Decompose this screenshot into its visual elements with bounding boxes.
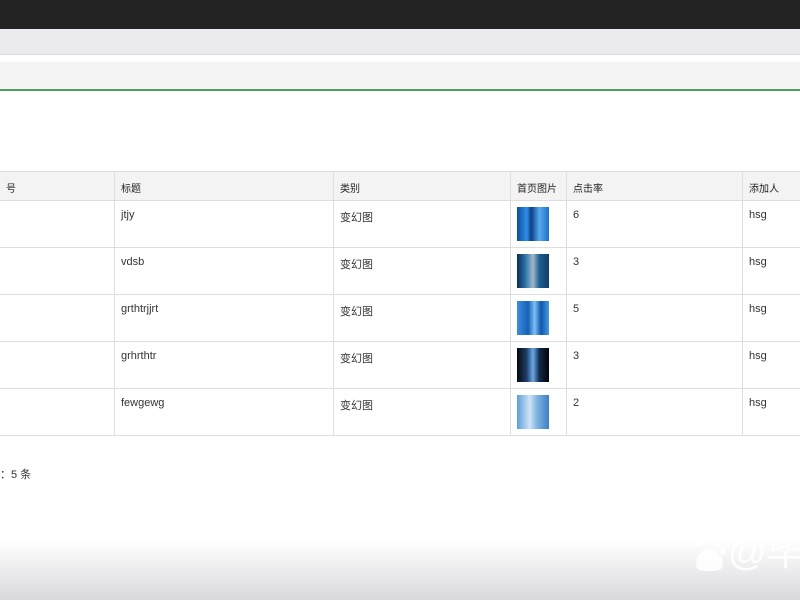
table-row[interactable]: fewgewg 变幻图 2 hsg — [0, 389, 800, 436]
table-row[interactable]: jtjy 变幻图 6 hsg — [0, 201, 800, 248]
clicks-cell: 3 — [566, 342, 742, 388]
clicks-cell: 5 — [566, 295, 742, 341]
added-by-cell: hsg — [742, 295, 800, 341]
table-row[interactable]: grthtrjjrt 变幻图 5 hsg — [0, 295, 800, 342]
header-cell-title[interactable]: 标题 — [114, 172, 333, 200]
title-cell[interactable]: grthtrjjrt — [114, 295, 333, 341]
paw-logo-icon — [696, 534, 726, 571]
id-cell — [0, 342, 114, 388]
thumbnail-image[interactable] — [517, 348, 549, 382]
title-cell[interactable]: fewgewg — [114, 389, 333, 435]
thumbnail-image[interactable] — [517, 207, 549, 241]
header-cell-id[interactable]: 号 — [0, 172, 114, 200]
added-by-cell: hsg — [742, 201, 800, 247]
category-cell: 变幻图 — [333, 389, 510, 435]
id-cell — [0, 389, 114, 435]
search-bar-strip[interactable] — [0, 62, 800, 89]
table-row[interactable]: grhrthtr 变幻图 3 hsg — [0, 342, 800, 389]
added-by-cell: hsg — [742, 248, 800, 294]
thumbnail-image[interactable] — [517, 395, 549, 429]
header-divider — [0, 89, 800, 91]
image-cell — [510, 342, 566, 388]
clicks-cell: 3 — [566, 248, 742, 294]
toolbar-strip — [0, 29, 800, 55]
image-cell — [510, 201, 566, 247]
id-cell — [0, 201, 114, 247]
watermark-text: @毕 — [728, 532, 800, 574]
header-cell-added-by[interactable]: 添加人 — [742, 172, 800, 200]
id-cell — [0, 295, 114, 341]
thumbnail-image[interactable] — [517, 254, 549, 288]
category-cell: 变幻图 — [333, 248, 510, 294]
data-table: 号 标题 类别 首页图片 点击率 添加人 jtjy 变幻图 6 hsg vdsb… — [0, 171, 800, 436]
clicks-cell: 2 — [566, 389, 742, 435]
watermark: @毕 — [692, 528, 800, 578]
header-cell-image[interactable]: 首页图片 — [510, 172, 566, 200]
header-cell-clicks[interactable]: 点击率 — [566, 172, 742, 200]
id-cell — [0, 248, 114, 294]
bottom-shade — [0, 540, 800, 600]
thumbnail-image[interactable] — [517, 301, 549, 335]
title-cell[interactable]: grhrthtr — [114, 342, 333, 388]
clicks-cell: 6 — [566, 201, 742, 247]
total-count: ：5 条 — [0, 469, 32, 481]
category-cell: 变幻图 — [333, 201, 510, 247]
category-cell: 变幻图 — [333, 342, 510, 388]
image-cell — [510, 248, 566, 294]
image-cell — [510, 389, 566, 435]
added-by-cell: hsg — [742, 389, 800, 435]
added-by-cell: hsg — [742, 342, 800, 388]
title-cell[interactable]: jtjy — [114, 201, 333, 247]
header-cell-category[interactable]: 类别 — [333, 172, 510, 200]
table-header-row: 号 标题 类别 首页图片 点击率 添加人 — [0, 171, 800, 201]
title-cell[interactable]: vdsb — [114, 248, 333, 294]
category-cell: 变幻图 — [333, 295, 510, 341]
browser-top-bar — [0, 0, 800, 29]
image-cell — [510, 295, 566, 341]
table-row[interactable]: vdsb 变幻图 3 hsg — [0, 248, 800, 295]
